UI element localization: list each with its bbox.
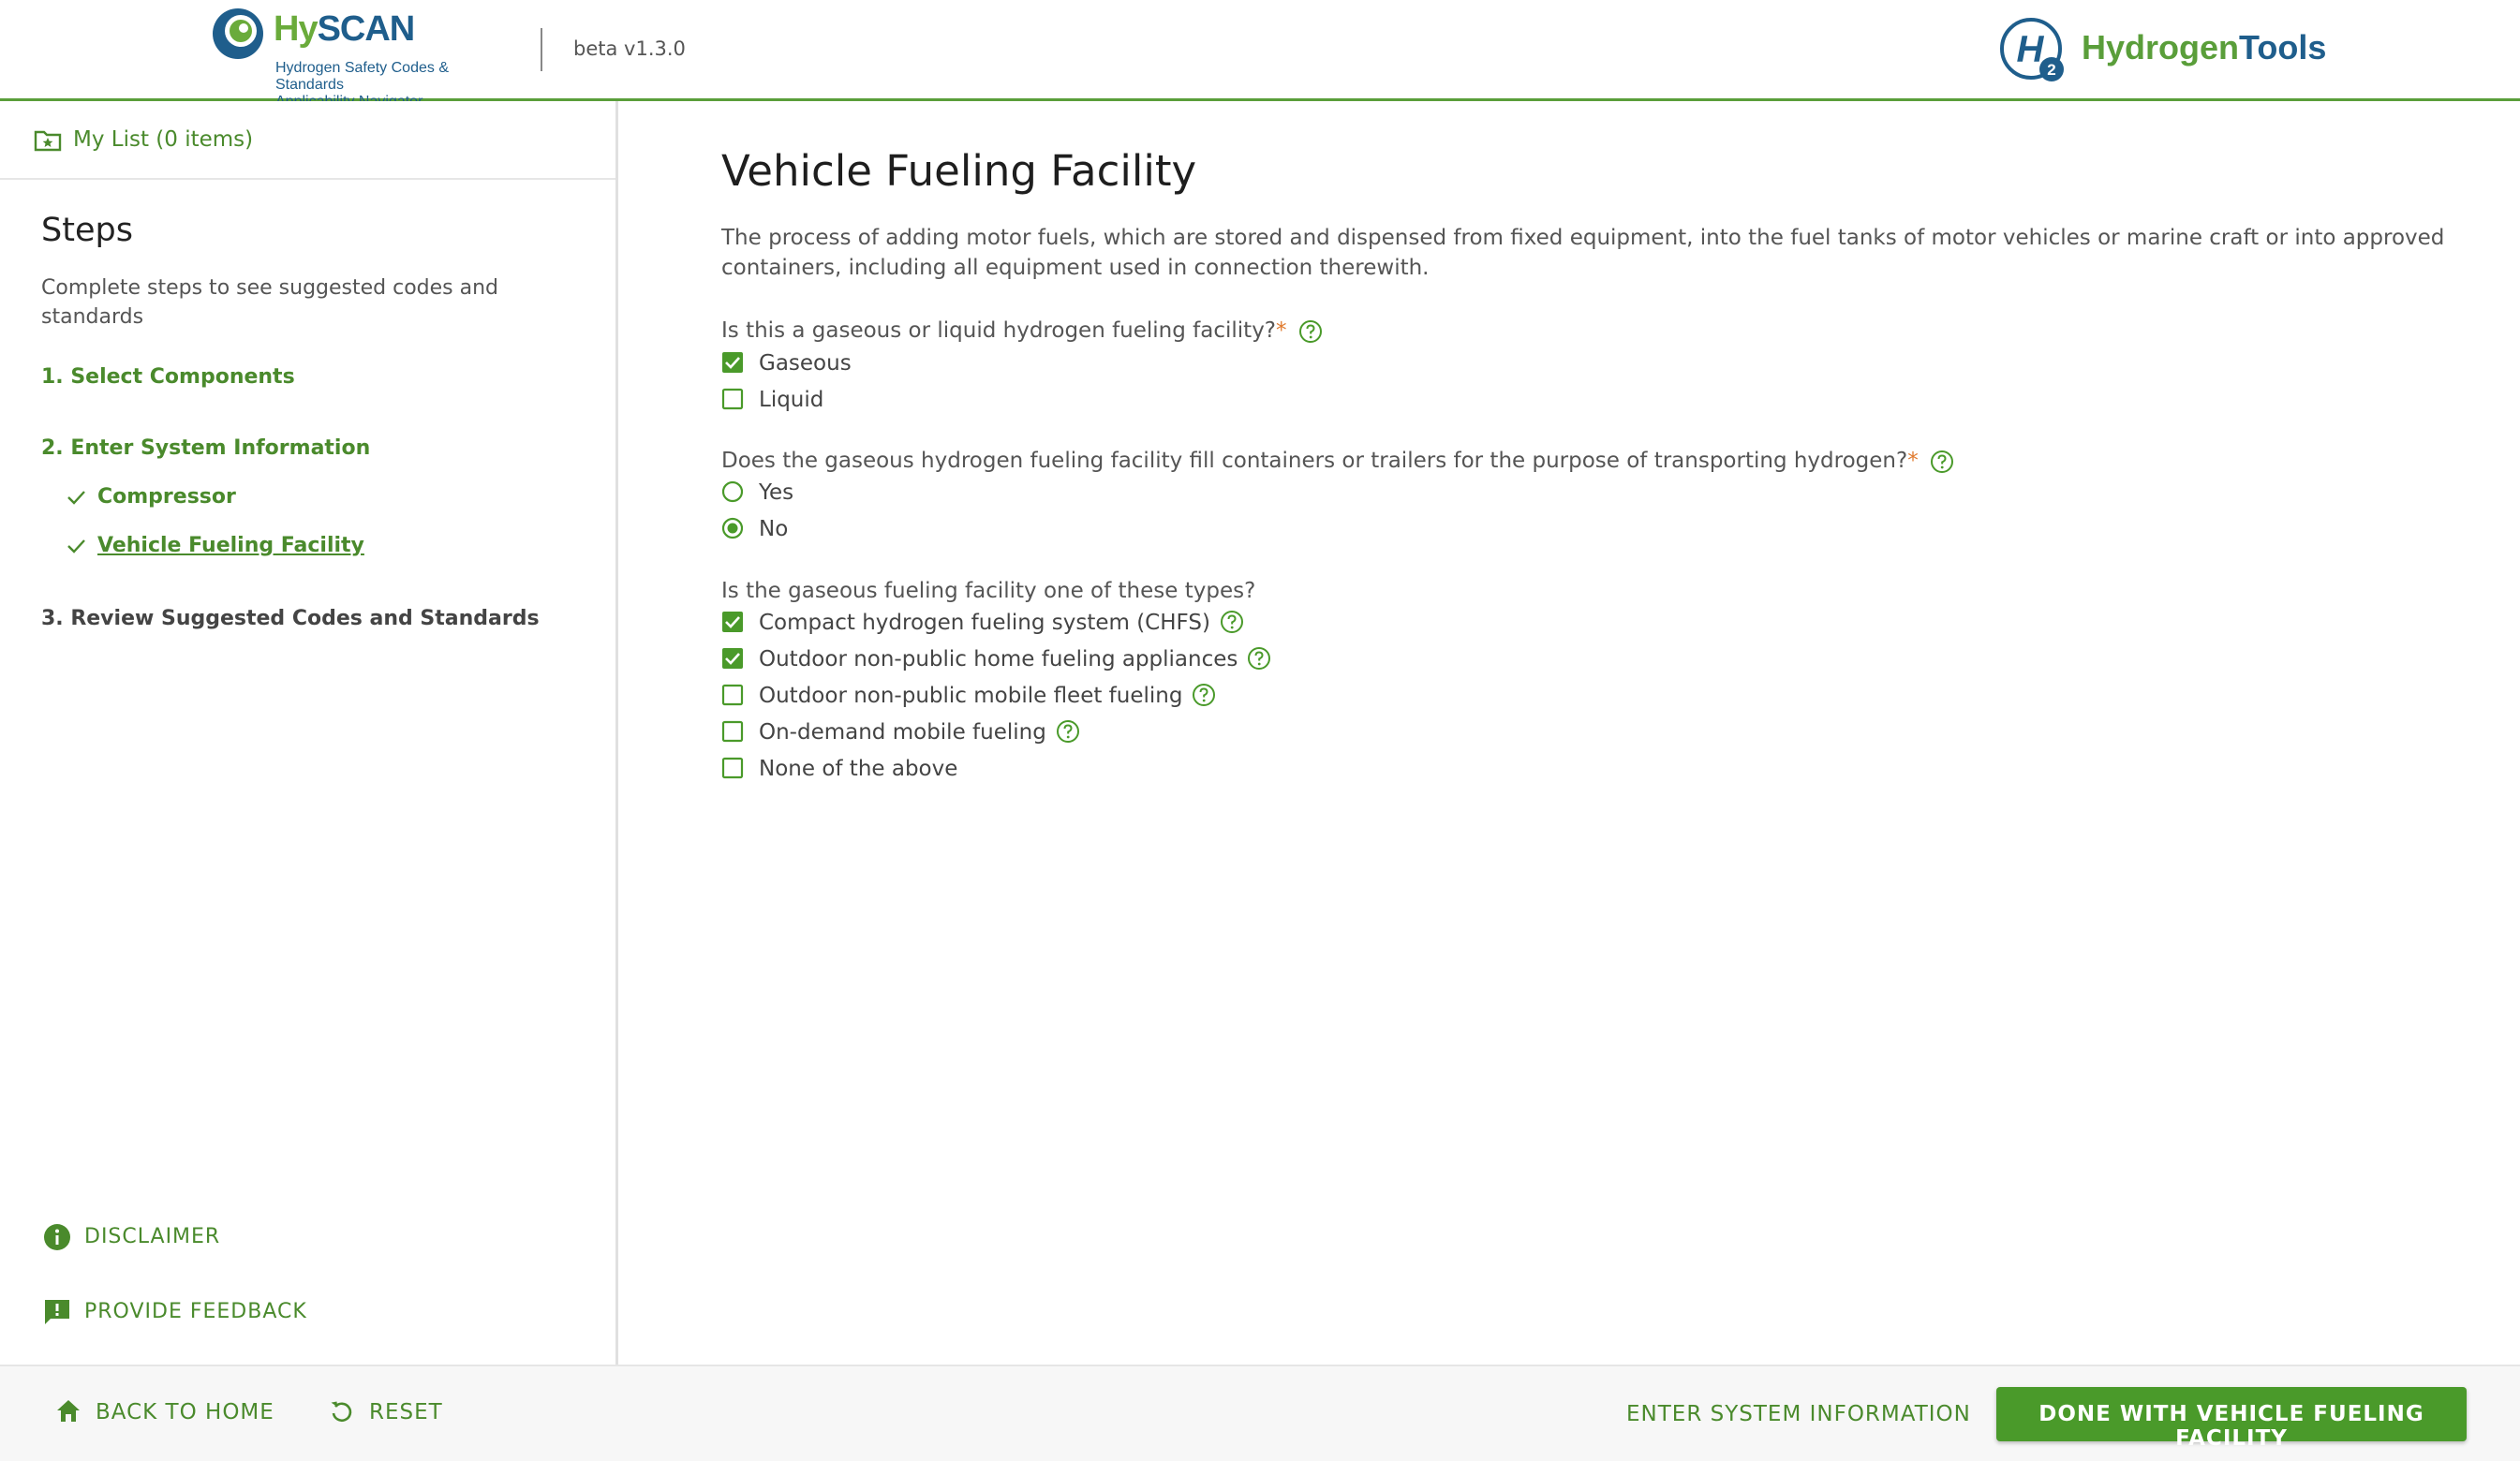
svg-text:2: 2 (2047, 61, 2055, 79)
question-text: Does the gaseous hydrogen fueling facili… (721, 449, 1908, 473)
radio-no[interactable]: No (721, 514, 788, 544)
logo-hy: Hy (274, 9, 319, 49)
checkbox-checked-icon (722, 351, 743, 373)
checkbox-home-fueling[interactable]: Outdoor non-public home fueling applianc… (721, 644, 1271, 674)
help-icon[interactable] (1247, 646, 1271, 671)
hydrogen-tools-logo[interactable]: H 2 HydrogenTools (1999, 17, 2326, 82)
my-list-label: My List (0 items) (73, 127, 254, 152)
option-label: Gaseous (759, 351, 852, 376)
enter-system-information-button[interactable]: ENTER SYSTEM INFORMATION (1626, 1402, 1971, 1426)
logo-subtitle-line1: Hydrogen Safety Codes & Standards (275, 60, 449, 93)
sidebar: My List (0 items) Steps Complete steps t… (0, 101, 618, 1365)
main-content: Vehicle Fueling Facility The process of … (621, 101, 2520, 1365)
partner-word-a: Hydrogen (2082, 28, 2240, 66)
help-icon[interactable] (1930, 450, 1954, 474)
help-icon[interactable] (1192, 683, 1216, 707)
info-icon (44, 1224, 70, 1250)
page-description: The process of adding motor fuels, which… (721, 226, 2445, 280)
radio-unselected-icon (721, 480, 744, 502)
radio-yes[interactable]: Yes (721, 478, 793, 508)
my-list-button[interactable]: My List (0 items) (0, 101, 615, 180)
step-enter-system-information[interactable]: 2. Enter System Information (41, 436, 370, 460)
option-label: On-demand mobile fueling (759, 720, 1046, 745)
help-icon[interactable] (1220, 610, 1244, 634)
checkbox-unchecked-icon (721, 684, 744, 705)
help-icon[interactable] (1298, 319, 1323, 344)
partner-word-b: Tools (2239, 28, 2327, 66)
checkbox-fleet-fueling[interactable]: Outdoor non-public mobile fleet fueling (721, 681, 1216, 711)
disclaimer-link[interactable]: DISCLAIMER (43, 1223, 220, 1251)
h2-logo-icon: H 2 (2000, 18, 2064, 81)
option-label: Compact hydrogen fueling system (CHFS) (759, 611, 1210, 635)
back-to-home-label: BACK TO HOME (96, 1400, 274, 1424)
logo-scan: SCAN (317, 9, 416, 49)
page-title: Vehicle Fueling Facility (721, 146, 1197, 196)
footer-bar: BACK TO HOME RESET ENTER SYSTEM INFORMAT… (0, 1365, 2520, 1461)
radio-selected-icon (721, 517, 744, 539)
question-text: Is the gaseous fueling facility one of t… (721, 579, 1256, 603)
question-fills-containers: Does the gaseous hydrogen fueling facili… (721, 449, 1954, 474)
svg-text:H: H (2017, 29, 2045, 70)
checkbox-none[interactable]: None of the above (721, 754, 957, 784)
disclaimer-label: DISCLAIMER (84, 1225, 221, 1248)
substep-vehicle-fueling-facility[interactable]: Vehicle Fueling Facility (66, 534, 364, 557)
hyscan-logo-icon (213, 8, 263, 59)
reset-label: RESET (369, 1400, 443, 1424)
option-label: No (759, 517, 789, 541)
checkbox-checked-icon (722, 647, 743, 669)
step-review-codes[interactable]: 3. Review Suggested Codes and Standards (41, 607, 540, 630)
checkbox-on-demand[interactable]: On-demand mobile fueling (721, 717, 1080, 747)
hyscan-logo[interactable]: HySCAN Hydrogen Safety Codes & Standards… (210, 6, 519, 110)
option-label: None of the above (759, 757, 958, 781)
steps-title: Steps (41, 212, 133, 249)
check-icon (67, 491, 85, 505)
provide-feedback-link[interactable]: PROVIDE FEEDBACK (43, 1298, 307, 1326)
folder-star-icon (34, 130, 62, 152)
question-gaseous-or-liquid: Is this a gaseous or liquid hydrogen fue… (721, 318, 1323, 344)
version-label: beta v1.3.0 (573, 37, 686, 60)
required-marker: * (1276, 318, 1287, 343)
header-divider (541, 28, 542, 71)
required-marker: * (1907, 449, 1919, 473)
logo-wordmark: HySCAN (274, 9, 416, 50)
done-button-label: DONE WITH VEHICLE FUELING FACILITY (2038, 1402, 2424, 1451)
back-to-home-button[interactable]: BACK TO HOME (54, 1399, 274, 1425)
help-icon[interactable] (1056, 719, 1080, 744)
checkbox-liquid[interactable]: Liquid (721, 385, 823, 415)
checkbox-unchecked-icon (721, 757, 744, 778)
option-label: Liquid (759, 388, 824, 412)
reset-button[interactable]: RESET (328, 1400, 443, 1425)
done-with-vehicle-fueling-button[interactable]: DONE WITH VEHICLE FUELING FACILITY (1996, 1387, 2467, 1451)
checkbox-chfs[interactable]: Compact hydrogen fueling system (CHFS) (721, 608, 1244, 638)
partner-wordmark: HydrogenTools (2082, 28, 2326, 67)
steps-description: Complete steps to see suggested codes an… (41, 276, 499, 329)
option-label: Yes (759, 480, 794, 505)
reset-icon (331, 1401, 352, 1422)
feedback-icon (45, 1300, 69, 1324)
option-label: Outdoor non-public home fueling applianc… (759, 647, 1238, 671)
app-header: HySCAN Hydrogen Safety Codes & Standards… (0, 0, 2520, 110)
substep-label: Vehicle Fueling Facility (97, 534, 364, 557)
check-icon (67, 539, 85, 553)
option-label: Outdoor non-public mobile fleet fueling (759, 684, 1183, 708)
checkbox-unchecked-icon (721, 388, 744, 409)
checkbox-unchecked-icon (721, 720, 744, 742)
checkbox-checked-icon (722, 611, 743, 632)
question-text: Is this a gaseous or liquid hydrogen fue… (721, 318, 1277, 343)
checkbox-gaseous[interactable]: Gaseous (721, 348, 852, 378)
home-icon (57, 1399, 80, 1422)
step-select-components[interactable]: 1. Select Components (41, 365, 295, 389)
substep-label: Compressor (97, 485, 236, 509)
feedback-label: PROVIDE FEEDBACK (84, 1300, 307, 1323)
question-facility-types: Is the gaseous fueling facility one of t… (721, 579, 1255, 603)
substep-compressor[interactable]: Compressor (66, 485, 236, 509)
